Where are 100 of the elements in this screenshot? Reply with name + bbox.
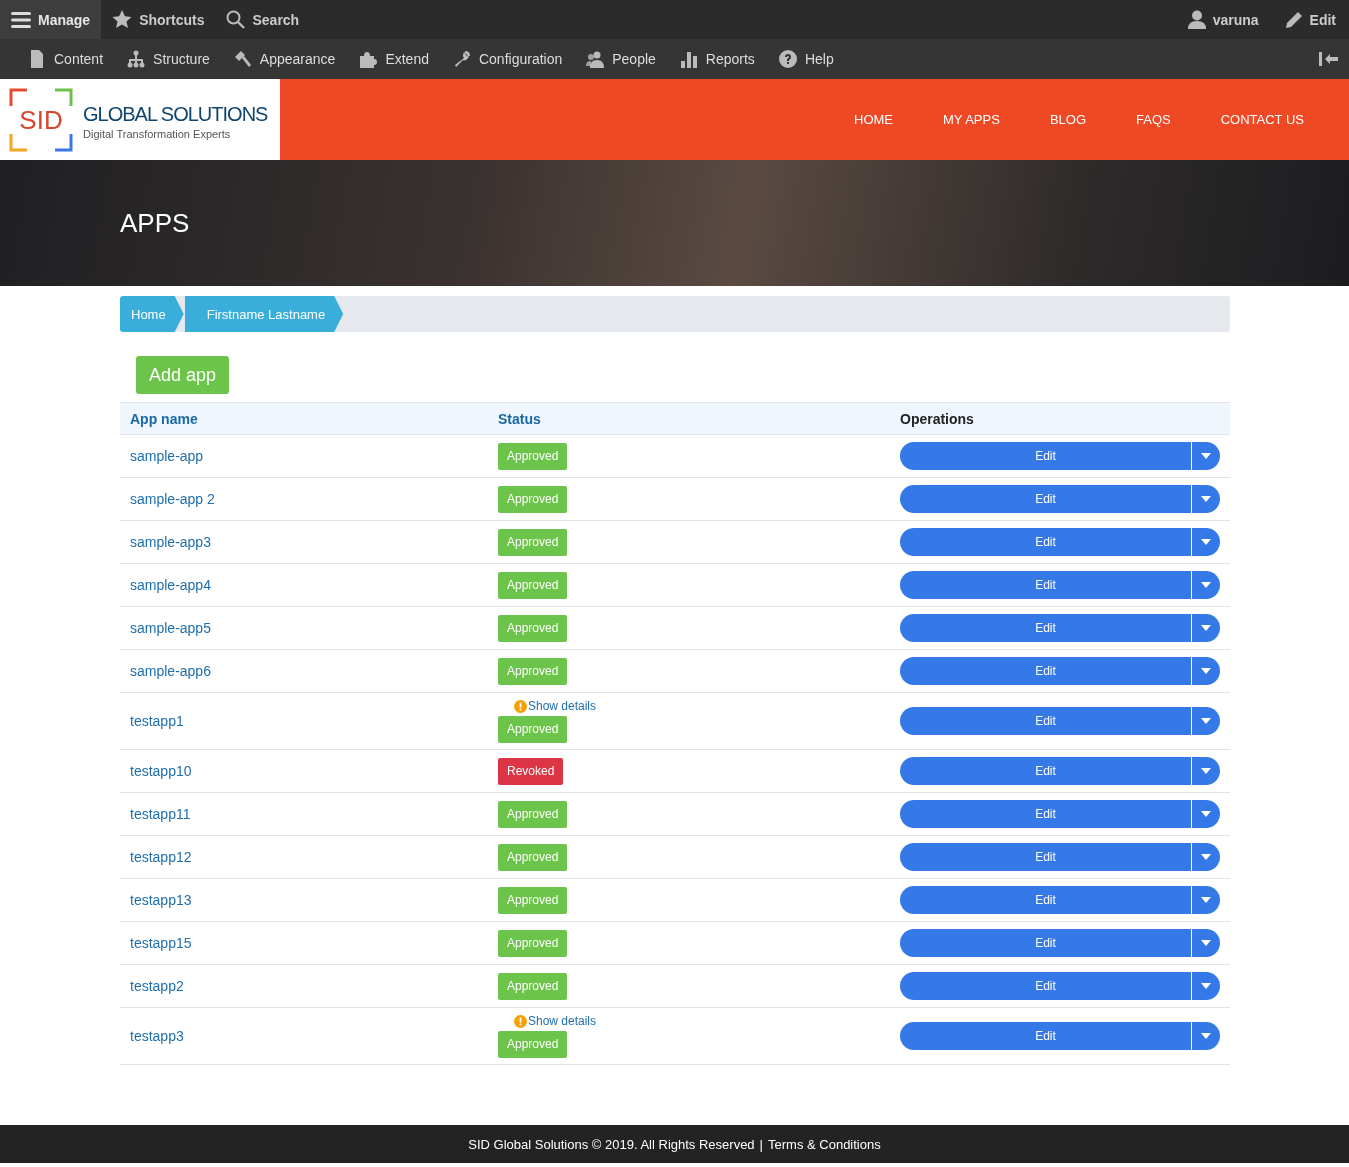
dropdown-toggle[interactable] xyxy=(1192,614,1220,642)
app-name-link[interactable]: testapp10 xyxy=(130,763,192,779)
edit-button[interactable]: Edit xyxy=(900,707,1192,735)
user-icon xyxy=(1187,10,1206,29)
collapse-sidebar-icon[interactable] xyxy=(1319,51,1339,67)
nav-link[interactable]: BLOG xyxy=(1024,112,1111,127)
edit-button[interactable]: Edit xyxy=(900,614,1192,642)
edit-button[interactable]: Edit xyxy=(900,657,1192,685)
dropdown-toggle[interactable] xyxy=(1192,800,1220,828)
nav-link[interactable]: FAQS xyxy=(1111,112,1196,127)
caret-icon xyxy=(1201,983,1211,989)
status-badge: Approved xyxy=(498,716,568,743)
show-details-link[interactable]: Show details xyxy=(528,1014,597,1028)
toolbar-tab[interactable]: Manage xyxy=(0,0,102,39)
caret-icon xyxy=(1201,539,1211,545)
dropdown-toggle[interactable] xyxy=(1192,1022,1220,1050)
edit-button[interactable]: Edit xyxy=(900,757,1192,785)
caret-icon xyxy=(1201,496,1211,502)
dropdown-toggle[interactable] xyxy=(1192,886,1220,914)
app-name-link[interactable]: testapp15 xyxy=(130,935,192,951)
people-icon xyxy=(586,50,605,68)
admin-menu-item[interactable]: Extend xyxy=(347,39,441,79)
toolbar-link[interactable]: Edit xyxy=(1271,0,1349,39)
app-name-link[interactable]: testapp1 xyxy=(130,713,184,729)
logo-title: GLOBAL SOLUTIONS xyxy=(83,101,268,127)
hierarchy-icon xyxy=(127,50,146,68)
admin-menu-item[interactable]: Appearance xyxy=(221,39,348,79)
footer-separator: | xyxy=(759,1136,763,1152)
caret-icon xyxy=(1201,940,1211,946)
edit-button[interactable]: Edit xyxy=(900,843,1192,871)
app-name-link[interactable]: testapp11 xyxy=(130,806,191,822)
admin-menu-item[interactable]: Structure xyxy=(115,39,222,79)
app-name-link[interactable]: testapp12 xyxy=(130,849,192,865)
dropdown-toggle[interactable] xyxy=(1192,707,1220,735)
app-name-link[interactable]: sample-app xyxy=(130,448,204,464)
app-name-link[interactable]: testapp3 xyxy=(130,1028,184,1044)
edit-button[interactable]: Edit xyxy=(900,929,1192,957)
dropdown-toggle[interactable] xyxy=(1192,442,1220,470)
show-details-link[interactable]: Show details xyxy=(528,699,597,713)
dropdown-toggle[interactable] xyxy=(1192,485,1220,513)
dropdown-toggle[interactable] xyxy=(1192,972,1220,1000)
caret-icon xyxy=(1201,582,1211,588)
app-name-link[interactable]: sample-app3 xyxy=(130,534,211,550)
column-header: Status xyxy=(488,402,890,435)
toolbar-tab[interactable]: Shortcuts xyxy=(101,0,216,39)
terms-link[interactable]: Terms & Conditions xyxy=(768,1136,881,1152)
edit-button[interactable]: Edit xyxy=(900,886,1192,914)
logo-tagline: Digital Transformation Experts xyxy=(83,127,232,140)
edit-button[interactable]: Edit xyxy=(900,571,1192,599)
status-badge: Approved xyxy=(498,972,568,1000)
dropdown-toggle[interactable] xyxy=(1192,929,1220,957)
column-header: Operations xyxy=(890,402,1230,435)
status-badge: Approved xyxy=(498,1031,568,1058)
status-badge: Approved xyxy=(498,929,568,957)
nav-link[interactable]: HOME xyxy=(829,112,919,127)
toolbar-tab[interactable]: Search xyxy=(215,0,311,39)
status-badge: Approved xyxy=(498,614,568,642)
dropdown-toggle[interactable] xyxy=(1192,657,1220,685)
dropdown-toggle[interactable] xyxy=(1192,528,1220,556)
app-name-link[interactable]: sample-app6 xyxy=(130,663,211,679)
app-name-link[interactable]: testapp13 xyxy=(130,892,192,908)
admin-menu-item[interactable]: Reports xyxy=(667,39,767,79)
help-icon xyxy=(778,50,797,68)
edit-button[interactable]: Edit xyxy=(900,485,1192,513)
warning-icon xyxy=(514,1014,527,1028)
admin-menu-item[interactable]: People xyxy=(574,39,668,79)
nav-link[interactable]: MY APPS xyxy=(918,112,1025,127)
logo-mark: SID xyxy=(9,87,73,152)
document-icon xyxy=(28,50,46,68)
star-icon xyxy=(112,10,133,29)
search-icon xyxy=(226,10,246,29)
caret-icon xyxy=(1201,1033,1211,1039)
edit-button[interactable]: Edit xyxy=(900,972,1192,1000)
app-name-link[interactable]: sample-app4 xyxy=(130,577,211,593)
edit-button[interactable]: Edit xyxy=(900,1022,1192,1050)
caret-icon xyxy=(1201,625,1211,631)
app-name-link[interactable]: testapp2 xyxy=(130,978,184,994)
admin-menu-item[interactable]: Content xyxy=(16,39,116,79)
status-badge: Approved xyxy=(498,442,568,470)
status-badge: Approved xyxy=(498,800,568,828)
column-header: App name xyxy=(120,402,488,435)
admin-menu-item[interactable]: Configuration xyxy=(440,39,575,79)
caret-icon xyxy=(1201,854,1211,860)
dropdown-toggle[interactable] xyxy=(1192,843,1220,871)
dropdown-toggle[interactable] xyxy=(1192,571,1220,599)
toolbar-link[interactable]: varuna xyxy=(1174,0,1272,39)
status-badge: Approved xyxy=(498,657,568,685)
edit-button[interactable]: Edit xyxy=(900,800,1192,828)
edit-button[interactable]: Edit xyxy=(900,528,1192,556)
status-badge: Approved xyxy=(498,843,568,871)
pencil-icon xyxy=(1284,10,1303,29)
app-name-link[interactable]: sample-app5 xyxy=(130,620,211,636)
dropdown-toggle[interactable] xyxy=(1192,757,1220,785)
app-name-link[interactable]: sample-app 2 xyxy=(130,491,215,507)
page-title: APPS xyxy=(120,207,190,239)
edit-button[interactable]: Edit xyxy=(900,442,1192,470)
admin-menu-item[interactable]: Help xyxy=(766,39,846,79)
nav-link[interactable]: CONTACT US xyxy=(1195,112,1329,127)
caret-icon xyxy=(1201,453,1211,459)
status-badge: Approved xyxy=(498,571,568,599)
